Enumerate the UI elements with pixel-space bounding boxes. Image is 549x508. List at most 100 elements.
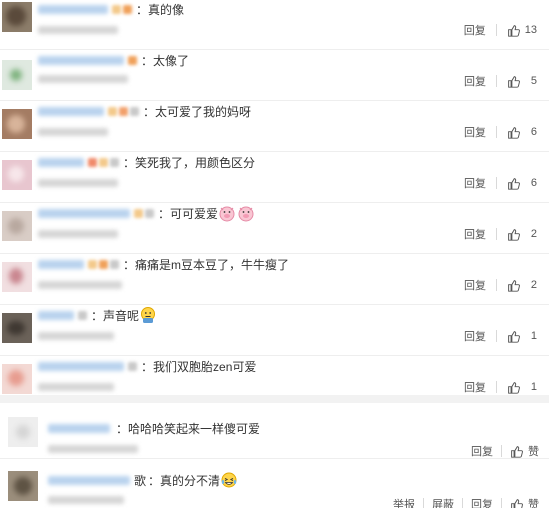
- username-blurred[interactable]: [38, 259, 84, 269]
- laughing-tears-emoji: [221, 472, 237, 488]
- like-count: 1: [530, 330, 537, 342]
- reply-button[interactable]: 回复: [464, 73, 486, 89]
- reply-button[interactable]: 回复: [464, 22, 486, 38]
- like-count: 2: [530, 228, 537, 240]
- user-badge: [78, 310, 87, 320]
- avatar[interactable]: [2, 364, 32, 394]
- thumbs-up-icon: [508, 126, 520, 139]
- block-button[interactable]: 屏蔽: [432, 496, 454, 508]
- like-button[interactable]: 6: [507, 177, 537, 190]
- like-button[interactable]: 1: [507, 330, 537, 343]
- like-count: 2: [530, 279, 537, 291]
- avatar[interactable]: [2, 160, 32, 190]
- timestamp-blurred: [48, 445, 138, 453]
- user-badge: [128, 361, 137, 371]
- avatar[interactable]: [2, 60, 32, 90]
- comment-text: 痛痛是m豆本豆了，牛牛瘦了: [135, 257, 290, 272]
- username-blurred[interactable]: [38, 4, 108, 14]
- timestamp-blurred: [48, 496, 124, 504]
- username-blurred[interactable]: [38, 310, 74, 320]
- thumbs-up-icon: [507, 24, 520, 37]
- comment-text: 笑死我了，用颜色区分: [135, 155, 256, 170]
- comment-item: ： 太像了 回复 5: [0, 50, 549, 101]
- avatar[interactable]: [8, 471, 38, 501]
- comment-text: 哈哈哈笑起来一样傻可爱: [128, 421, 261, 436]
- user-badge: [112, 4, 121, 14]
- user-badge: [108, 106, 117, 116]
- comment-text: 真的像: [148, 2, 185, 17]
- comment-text: 可可爱爱: [170, 206, 219, 221]
- comment-list-secondary: ： 哈哈哈笑起来一样傻可爱 回复 赞 歌 ： 真的分不清 举报 屏蔽 回复 赞: [0, 403, 549, 508]
- user-badge: [128, 55, 137, 65]
- username-blurred[interactable]: [38, 106, 104, 116]
- user-badge: [110, 157, 119, 167]
- timestamp-blurred: [38, 75, 128, 83]
- thumbs-up-icon: [511, 445, 523, 458]
- comment-item: ： 我们双胞胎zen可爱 回复 1: [0, 356, 549, 395]
- user-badge: [123, 4, 132, 14]
- like-count: 13: [524, 24, 537, 36]
- user-badge: [119, 106, 128, 116]
- thumbs-up-icon: [511, 498, 523, 508]
- timestamp-blurred: [38, 230, 118, 238]
- timestamp-blurred: [38, 332, 114, 340]
- like-label: 赞: [528, 446, 539, 458]
- thumbs-up-icon: [508, 177, 520, 190]
- thinking-face-emoji: [141, 307, 156, 323]
- reply-button[interactable]: 回复: [471, 443, 493, 459]
- reply-button[interactable]: 回复: [464, 277, 486, 293]
- like-button[interactable]: 赞: [510, 443, 539, 459]
- username-blurred[interactable]: [38, 208, 130, 218]
- timestamp-blurred: [38, 383, 114, 391]
- comment-list: ： 真的像 回复 13 ： 太像了 回复 5 ： 太可爱了我的妈呀 回复 6 ：…: [0, 0, 549, 395]
- username-blurred[interactable]: [48, 423, 110, 433]
- like-button[interactable]: 5: [507, 75, 537, 88]
- like-button[interactable]: 1: [507, 381, 537, 394]
- avatar[interactable]: [2, 313, 32, 343]
- username-tail: 歌: [134, 473, 147, 488]
- like-button[interactable]: 13: [507, 24, 537, 37]
- like-button[interactable]: 2: [507, 228, 537, 241]
- pig-face-emoji: [219, 206, 254, 222]
- thumbs-up-icon: [508, 381, 520, 394]
- user-badge: [110, 259, 119, 269]
- username-blurred[interactable]: [48, 475, 130, 485]
- user-badge: [99, 157, 108, 167]
- like-count: 5: [530, 75, 537, 87]
- reply-button[interactable]: 回复: [471, 496, 493, 508]
- username-blurred[interactable]: [38, 55, 124, 65]
- comment-item: ： 笑死我了，用颜色区分 回复 6: [0, 152, 549, 203]
- comment-text: 我们双胞胎zen可爱: [153, 359, 257, 374]
- reply-button[interactable]: 回复: [464, 379, 486, 395]
- reply-button[interactable]: 回复: [464, 175, 486, 191]
- like-button[interactable]: 6: [507, 126, 537, 139]
- like-button[interactable]: 赞: [510, 496, 539, 508]
- comment-item: ： 哈哈哈笑起来一样傻可爱 回复 赞: [0, 403, 549, 459]
- like-count: 6: [530, 126, 537, 138]
- thumbs-up-icon: [508, 330, 520, 343]
- comment-text: 太可爱了我的妈呀: [155, 104, 252, 119]
- reply-button[interactable]: 回复: [464, 328, 486, 344]
- reply-button[interactable]: 回复: [464, 124, 486, 140]
- timestamp-blurred: [38, 26, 118, 34]
- thumbs-up-icon: [508, 75, 520, 88]
- avatar[interactable]: [8, 417, 38, 447]
- comment-item: ： 声音呢 回复 1: [0, 305, 549, 356]
- avatar[interactable]: [2, 2, 32, 32]
- like-button[interactable]: 2: [507, 279, 537, 292]
- comment-item: ： 真的像 回复 13: [0, 0, 549, 50]
- thumbs-up-icon: [508, 228, 520, 241]
- avatar[interactable]: [2, 262, 32, 292]
- report-button[interactable]: 举报: [393, 496, 415, 508]
- user-badge: [88, 157, 97, 167]
- username-blurred[interactable]: [38, 361, 124, 371]
- comment-text: 真的分不清: [160, 473, 221, 488]
- reply-button[interactable]: 回复: [464, 226, 486, 242]
- username-blurred[interactable]: [38, 157, 84, 167]
- timestamp-blurred: [38, 128, 108, 136]
- comment-text: 太像了: [153, 53, 190, 68]
- user-badge: [88, 259, 97, 269]
- avatar[interactable]: [2, 211, 32, 241]
- thumbs-up-icon: [508, 279, 520, 292]
- avatar[interactable]: [2, 109, 32, 139]
